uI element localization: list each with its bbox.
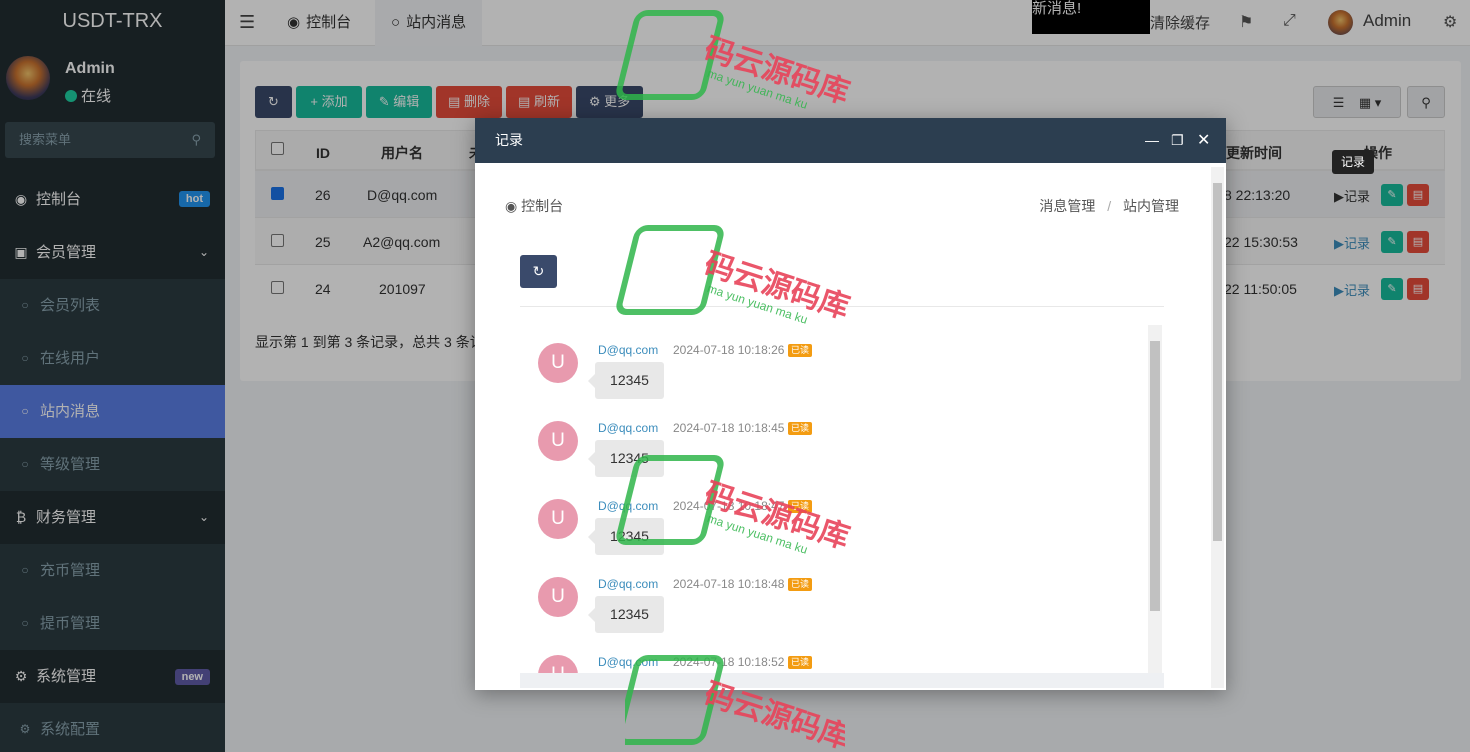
avatar: U: [538, 499, 578, 539]
close-icon[interactable]: ✕: [1197, 118, 1210, 163]
message-bubble: 12345: [588, 596, 664, 633]
list-item: U D@qq.com 2024-07-18 10:18:47 已读 12345: [538, 499, 1138, 577]
avatar: U: [538, 343, 578, 383]
divider: [520, 306, 1164, 307]
modal-scrollbar[interactable]: [1211, 167, 1224, 688]
tooltip: 记录: [1332, 150, 1374, 174]
message-user[interactable]: D@qq.com: [598, 655, 658, 669]
chat-scrollbar[interactable]: [1148, 325, 1162, 673]
message-user[interactable]: D@qq.com: [598, 343, 658, 357]
chat-list: U D@qq.com 2024-07-18 10:18:26 已读 12345 …: [520, 325, 1164, 688]
message-time: 2024-07-18 10:18:48: [673, 577, 785, 591]
message-time: 2024-07-18 10:18:47: [673, 499, 785, 513]
message-time: 2024-07-18 10:18:52: [673, 655, 785, 669]
minimize-icon[interactable]: —: [1145, 118, 1159, 163]
maximize-icon[interactable]: ❐: [1171, 118, 1184, 163]
message-bubble: 12345: [588, 440, 664, 477]
avatar: U: [538, 421, 578, 461]
breadcrumb-item[interactable]: 站内管理: [1123, 198, 1179, 214]
read-badge: 已读: [788, 578, 813, 591]
breadcrumb: 消息管理 / 站内管理: [1039, 196, 1179, 216]
modal-header: 记录 — ❐ ✕: [475, 118, 1226, 163]
breadcrumb-home[interactable]: ◉ 控制台: [505, 196, 563, 216]
list-item: U D@qq.com 2024-07-18 10:18:45 已读 12345: [538, 421, 1138, 499]
read-badge: 已读: [788, 500, 813, 513]
message-user[interactable]: D@qq.com: [598, 421, 658, 435]
read-badge: 已读: [788, 422, 813, 435]
message-time: 2024-07-18 10:18:45: [673, 421, 785, 435]
breadcrumb-home-label: 控制台: [521, 198, 564, 214]
list-item: U D@qq.com 2024-07-18 10:18:48 已读 12345: [538, 577, 1138, 655]
breadcrumb-separator: /: [1107, 198, 1112, 214]
modal-title: 记录: [495, 132, 523, 148]
breadcrumb-item[interactable]: 消息管理: [1039, 198, 1095, 214]
message-bubble: 12345: [588, 362, 664, 399]
read-badge: 已读: [788, 656, 813, 669]
chat-scrollbar-thumb[interactable]: [1150, 341, 1160, 611]
message-time: 2024-07-18 10:18:26: [673, 343, 785, 357]
message-user[interactable]: D@qq.com: [598, 499, 658, 513]
chat-footer-bar: [520, 673, 1164, 688]
modal-scrollbar-thumb[interactable]: [1213, 183, 1222, 541]
dashboard-icon: ◉: [505, 198, 518, 214]
list-item: U D@qq.com 2024-07-18 10:18:26 已读 12345: [538, 343, 1138, 421]
message-bubble: 12345: [588, 518, 664, 555]
avatar: U: [538, 577, 578, 617]
modal-refresh-button[interactable]: ↻: [520, 255, 557, 288]
record-modal: 记录 — ❐ ✕ ◉ 控制台 消息管理 / 站内管理 ↻ U D@qq.com …: [475, 118, 1226, 690]
message-user[interactable]: D@qq.com: [598, 577, 658, 591]
read-badge: 已读: [788, 344, 813, 357]
